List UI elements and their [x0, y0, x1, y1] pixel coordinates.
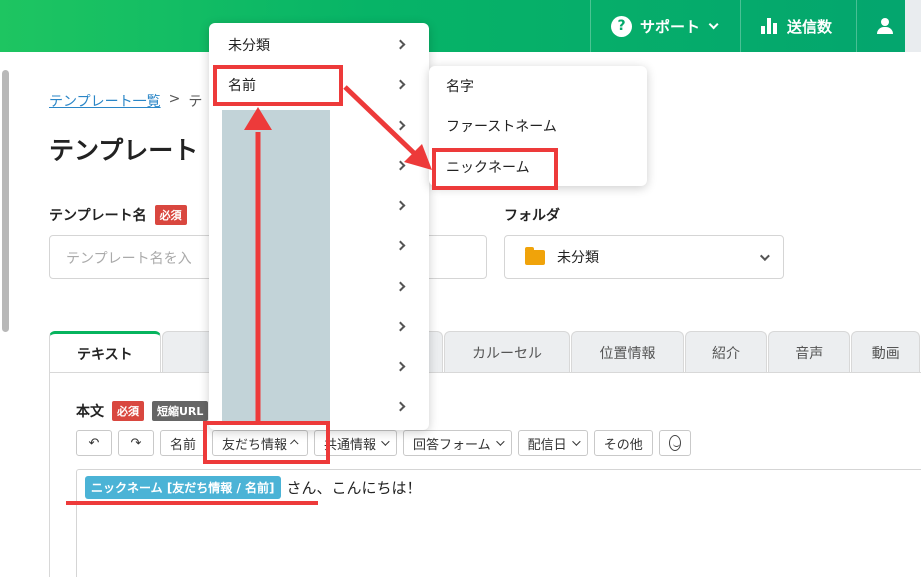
breadcrumb-template-list-link[interactable]: テンプレート一覧 — [49, 91, 161, 111]
send-count-button[interactable]: 送信数 — [740, 0, 856, 52]
short-url-badge: 短縮URL — [152, 401, 209, 421]
chevron-right-icon — [395, 120, 406, 131]
required-badge: 必須 — [154, 205, 187, 225]
redo-icon: ↷ — [130, 435, 142, 451]
folder-icon — [525, 246, 545, 265]
help-icon: ? — [611, 15, 632, 37]
editor-text: さん、こんにちは！ — [286, 479, 422, 497]
page-scrollbar[interactable] — [0, 62, 10, 577]
editor-content: ニックネーム [友だち情報 / 名前] さん、こんにちは！ — [85, 476, 422, 499]
highlight-nickname-item — [432, 148, 558, 190]
chevron-right-icon — [395, 321, 406, 332]
common-info-label: 共通情報 — [324, 437, 377, 453]
breadcrumb: テンプレート一覧 > テ — [49, 91, 202, 111]
chevron-right-icon — [395, 281, 406, 292]
body-label-text: 本文 — [76, 404, 104, 420]
delivery-date-button[interactable]: 配信日 — [517, 430, 588, 456]
tab-introduction[interactable]: 紹介 — [684, 331, 768, 373]
body-label: 本文 必須 短縮URL — [76, 401, 209, 421]
other-button[interactable]: その他 — [593, 430, 653, 456]
chevron-right-icon — [395, 401, 406, 412]
emoji-button[interactable] — [658, 430, 691, 456]
chevron-right-icon — [395, 200, 406, 211]
tab-text[interactable]: テキスト — [49, 331, 161, 373]
menu-item-label: 未分類 — [228, 38, 270, 54]
insert-name-label: 名前 — [170, 437, 197, 453]
menu-item-uncategorized[interactable]: 未分類 — [209, 25, 429, 65]
required-badge: 必須 — [112, 401, 144, 421]
tab-location[interactable]: 位置情報 — [571, 331, 684, 373]
page-title: テンプレート — [49, 136, 199, 165]
editor-toolbar: ↶ ↷ 名前 友だち情報 共通情報 回答フォーム 配信日 その他 — [76, 430, 691, 456]
chevron-right-icon — [395, 160, 406, 171]
folder-select[interactable]: 未分類 — [504, 235, 784, 279]
chevron-right-icon — [395, 361, 406, 372]
support-label: サポート — [640, 17, 701, 36]
tab-carousel[interactable]: カルーセル — [443, 331, 571, 373]
insert-name-button[interactable]: 名前 — [160, 430, 207, 456]
folder-label-text: フォルダ — [504, 208, 560, 224]
answer-form-button[interactable]: 回答フォーム — [403, 430, 512, 456]
message-type-tabs: テキスト ス カルーセル 位置情報 紹介 音声 動画 — [49, 331, 921, 373]
breadcrumb-separator: > — [168, 91, 181, 107]
highlight-underline — [66, 501, 318, 505]
tab-audio[interactable]: 音声 — [768, 331, 851, 373]
folder-select-value: 未分類 — [557, 250, 599, 266]
chevron-right-icon — [395, 79, 406, 90]
submenu-item-first-name[interactable]: ファーストネーム — [429, 106, 647, 146]
chevron-right-icon — [395, 240, 406, 251]
breadcrumb-current: テ — [188, 94, 203, 110]
bar-chart-icon — [761, 18, 777, 34]
delivery-date-label: 配信日 — [527, 437, 567, 453]
undo-icon: ↶ — [88, 435, 100, 451]
user-icon — [877, 18, 893, 34]
folder-label: フォルダ — [504, 205, 560, 225]
highlight-friend-info-button — [203, 421, 330, 464]
chevron-down-icon — [759, 250, 770, 261]
send-count-label: 送信数 — [787, 17, 833, 36]
chevron-right-icon — [395, 39, 406, 50]
submenu-item-last-name[interactable]: 名字 — [429, 66, 647, 106]
support-menu-button[interactable]: ? サポート — [590, 0, 740, 52]
answer-form-label: 回答フォーム — [413, 437, 491, 453]
highlight-name-item — [213, 65, 343, 106]
other-label: その他 — [603, 437, 643, 453]
top-bar: ? サポート 送信数 — [0, 0, 921, 52]
chevron-down-icon — [381, 437, 390, 446]
template-name-label: テンプレート名 必須 — [49, 205, 187, 225]
chevron-down-icon — [571, 437, 581, 446]
topbar-edge — [905, 0, 921, 52]
template-name-label-text: テンプレート名 — [49, 208, 147, 224]
undo-button[interactable]: ↶ — [76, 430, 112, 456]
smile-icon — [668, 435, 681, 451]
nickname-variable-tag[interactable]: ニックネーム [友だち情報 / 名前] — [85, 476, 281, 499]
redo-button[interactable]: ↷ — [118, 430, 154, 456]
redacted-area — [222, 110, 330, 423]
scrollbar-thumb[interactable] — [2, 70, 9, 332]
chevron-down-icon — [495, 437, 505, 446]
tab-video[interactable]: 動画 — [851, 331, 921, 373]
chevron-down-icon — [708, 18, 719, 29]
